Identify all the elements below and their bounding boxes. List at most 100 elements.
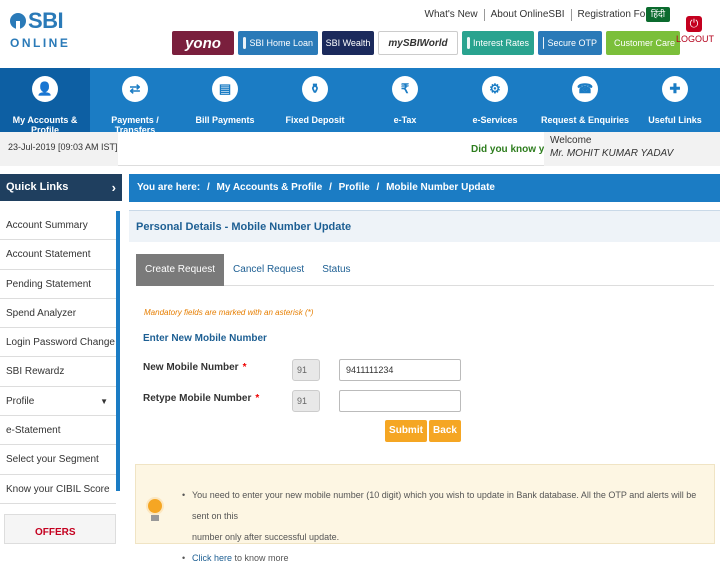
new-mobile-label: New Mobile Number *: [143, 362, 246, 373]
breadcrumb: You are here: / My Accounts & Profile / …: [129, 174, 720, 202]
nav-fixed-deposit[interactable]: ⚱ Fixed Deposit: [270, 68, 360, 132]
nav-eservices[interactable]: ⚙ e-Services: [450, 68, 540, 132]
note-item: Click here to know more: [182, 548, 704, 569]
home-icon: [243, 37, 247, 49]
lightbulb-icon: [146, 497, 164, 523]
home-loan-banner[interactable]: SBI Home Loan: [238, 31, 318, 55]
nav-my-accounts[interactable]: 👤 My Accounts & Profile: [0, 68, 90, 135]
home-loan-label: SBI Home Loan: [249, 38, 313, 48]
logout-label: LOGOUT: [676, 34, 715, 44]
main-nav: 👤 My Accounts & Profile ⇄ Payments / Trans…: [0, 68, 720, 135]
promo-bar: yono SBI Home Loan SBI Wealth mySBIWorld…: [172, 31, 680, 55]
yono-banner[interactable]: yono: [172, 31, 234, 55]
sidebar-item-account-statement[interactable]: Account Statement: [0, 240, 116, 270]
quick-links-title: Quick Links: [6, 181, 69, 193]
secure-otp-banner[interactable]: Secure OTP: [538, 31, 602, 55]
nav-label: e-Services: [472, 115, 518, 125]
deposit-icon: ⚱: [302, 76, 328, 102]
mandatory-note: Mandatory fields are marked with an aste…: [144, 308, 314, 317]
about-onlinesbi-link[interactable]: About OnlineSBI: [485, 9, 572, 21]
sidebar-item-cibil-score[interactable]: Know your CIBIL Score: [0, 475, 116, 504]
sidebar-item-select-segment[interactable]: Select your Segment: [0, 445, 116, 475]
quick-links-list: Account Summary Account Statement Pendin…: [0, 211, 116, 504]
country-code-field: 91: [292, 359, 320, 381]
services-icon: ⚙: [482, 76, 508, 102]
interest-rates-label: Interest Rates: [472, 38, 529, 48]
submit-button[interactable]: Submit: [385, 420, 427, 442]
sidebar-item-login-password-change[interactable]: Login Password Change: [0, 328, 116, 358]
whats-new-link[interactable]: What's New: [419, 9, 485, 21]
breadcrumb-prefix: You are here:: [137, 182, 201, 193]
nav-label: e-Tax: [393, 115, 417, 125]
logout-button[interactable]: ⏻ LOGOUT: [676, 16, 715, 44]
tab-status[interactable]: Status: [313, 254, 359, 286]
hindi-language-button[interactable]: हिंदी: [646, 7, 670, 22]
caret-down-icon: ▼: [100, 396, 108, 406]
sbiworld-banner[interactable]: mySBIWorld: [378, 31, 458, 55]
welcome-label: Welcome: [550, 135, 592, 146]
new-mobile-input[interactable]: [339, 359, 461, 381]
customer-care-label: Customer Care: [613, 38, 676, 48]
request-icon: ☎: [572, 76, 598, 102]
breadcrumb-item-current: Mobile Number Update: [386, 182, 495, 193]
sidebar-item-profile[interactable]: Profile ▼: [0, 387, 116, 417]
brand-subtext: ONLINE: [10, 36, 71, 50]
breadcrumb-separator: /: [329, 182, 332, 193]
note-list: You need to enter your new mobile number…: [182, 485, 704, 569]
retype-mobile-label-text: Retype Mobile Number: [143, 393, 252, 404]
nav-etax[interactable]: ₹ e-Tax: [360, 68, 450, 132]
nav-useful-links[interactable]: ✚ Useful Links: [630, 68, 720, 132]
transfer-icon: ⇄: [122, 76, 148, 102]
page-title: Personal Details - Mobile Number Update: [129, 210, 720, 242]
breadcrumb-item-profile[interactable]: Profile: [339, 182, 370, 193]
note-item: You need to enter your new mobile number…: [182, 485, 704, 548]
breadcrumb-separator: /: [376, 182, 380, 193]
wealth-banner[interactable]: SBI Wealth: [322, 31, 374, 55]
sbi-logo[interactable]: SBI ONLINE: [8, 8, 70, 52]
back-button[interactable]: Back: [429, 420, 461, 442]
info-strip: 23-Jul-2019 [09:03 AM IST] Did you know …: [0, 132, 720, 166]
breadcrumb-item-accounts[interactable]: My Accounts & Profile: [217, 182, 323, 193]
top-links: What's New About OnlineSBI Registration …: [419, 8, 668, 22]
sidebar-item-spend-analyzer[interactable]: Spend Analyzer: [0, 299, 116, 329]
user-name: Mr. MOHIT KUMAR YADAV: [550, 148, 674, 159]
customer-care-banner[interactable]: Customer Care: [606, 31, 680, 55]
nav-bill-payments[interactable]: ▤ Bill Payments: [180, 68, 270, 132]
nav-label: Fixed Deposit: [285, 115, 345, 125]
country-code-field: 91: [292, 390, 320, 412]
brand-text: SBI: [28, 8, 64, 33]
new-mobile-label-text: New Mobile Number: [143, 362, 239, 373]
sidebar-scrollbar[interactable]: [116, 211, 120, 491]
info-note: You need to enter your new mobile number…: [135, 464, 715, 569]
nav-label: Useful Links: [648, 115, 702, 125]
tax-icon: ₹: [392, 76, 418, 102]
tab-create-request[interactable]: Create Request: [136, 254, 225, 286]
click-here-link[interactable]: Click here: [192, 553, 232, 563]
retype-mobile-input[interactable]: [339, 390, 461, 412]
sbiworld-label: mySBIWorld: [388, 37, 448, 49]
sidebar-item-sbi-rewardz[interactable]: SBI Rewardz: [0, 357, 116, 387]
section-header: Enter New Mobile Number: [143, 333, 267, 344]
lock-icon: [543, 37, 545, 49]
yono-label: yono: [185, 34, 221, 52]
percent-icon: [467, 37, 470, 49]
nav-payments[interactable]: ⇄ Payments / Transfers: [90, 68, 180, 135]
sidebar-item-account-summary[interactable]: Account Summary: [0, 211, 116, 241]
quick-links-header[interactable]: Quick Links ›: [0, 174, 122, 201]
wealth-label: SBI Wealth: [325, 38, 371, 48]
session-datetime: 23-Jul-2019 [09:03 AM IST]: [0, 132, 118, 166]
tab-cancel-request[interactable]: Cancel Request: [224, 254, 313, 286]
breadcrumb-separator: /: [206, 182, 210, 193]
note-line-2: number only after successful update.: [192, 532, 340, 542]
did-you-know-ticker[interactable]: Did you know y: [471, 144, 544, 155]
note-line-1: You need to enter your new mobile number…: [192, 490, 697, 521]
interest-rates-banner[interactable]: Interest Rates: [462, 31, 534, 55]
nav-request-enquiries[interactable]: ☎ Request & Enquiries: [540, 68, 630, 132]
sidebar-item-pending-statement[interactable]: Pending Statement: [0, 270, 116, 299]
sidebar-item-estatement[interactable]: e-Statement: [0, 416, 116, 446]
note-link-suffix: to know more: [232, 553, 289, 563]
nav-label: Request & Enquiries: [540, 115, 630, 125]
required-asterisk: *: [242, 362, 247, 373]
header: SBI ONLINE What's New About OnlineSBI Re…: [0, 0, 720, 68]
power-icon: ⏻: [686, 16, 702, 32]
